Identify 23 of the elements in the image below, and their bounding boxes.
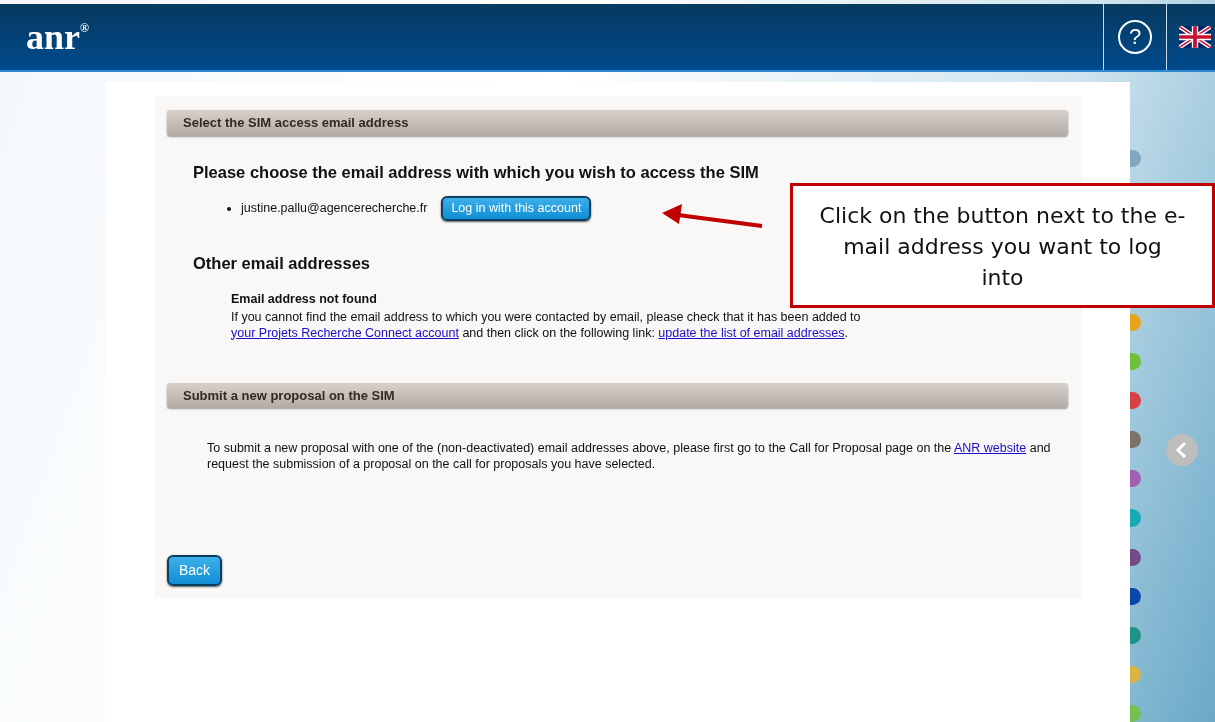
paragraph: If you cannot find the email address to which you were contacted by email, please check that it has been added to your Projets Recherche Connect account and then click on the following link: update the list of email addresses.: [230, 308, 862, 341]
side-tab[interactable]: [1130, 431, 1141, 449]
section-header: Submit a new proposal on the SIM: [167, 382, 1068, 408]
subheading: Other email addresses: [193, 253, 371, 274]
section-heading: Please choose the email address with which you wish to access the SIM: [193, 161, 760, 183]
logo: anr$^{®}$: [26, 19, 89, 55]
paragraph: To submit a new proposal with one of the (non-deactivated) email addresses above, please first go to the Call for Proposal page on the ANR website and request the submission of a proposal on the call for proposals you have selected.: [206, 440, 1052, 472]
side-tab[interactable]: [1130, 470, 1141, 488]
callout-box: Click on the button next to the e-mail address you want to log into: [790, 183, 1215, 308]
link[interactable]: update the list of email addresses: [658, 325, 845, 340]
note-title: Email address not found: [230, 290, 378, 308]
help-button[interactable]: ?: [1118, 20, 1152, 54]
side-tab[interactable]: [1130, 626, 1141, 644]
email-address: justine.pallu@agencerecherche.fr: [241, 200, 428, 218]
side-tab[interactable]: [1130, 392, 1141, 410]
side-tab[interactable]: [1130, 548, 1141, 566]
flag-icon[interactable]: [1179, 26, 1211, 48]
link[interactable]: your Projets Recherche Connect account: [231, 325, 459, 340]
bullet-icon: [227, 206, 231, 211]
side-tab[interactable]: [1130, 587, 1141, 605]
chevron-left-icon[interactable]: [1166, 434, 1198, 466]
link[interactable]: ANR website: [953, 441, 1027, 455]
section-header: Select the SIM access email address: [167, 110, 1068, 136]
